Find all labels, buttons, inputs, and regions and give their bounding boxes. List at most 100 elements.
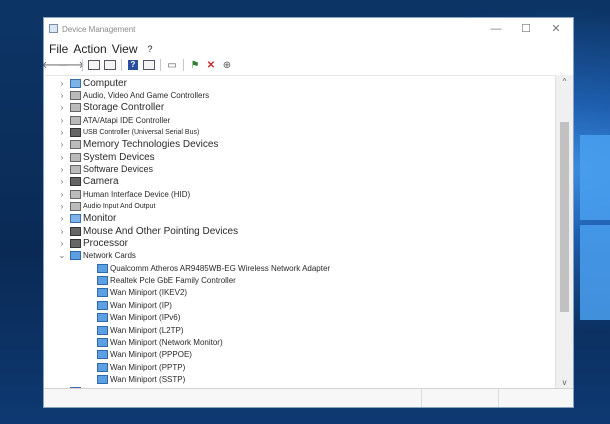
device-item[interactable]: Wan Miniport (SSTP) — [85, 373, 185, 385]
device-item[interactable]: Wan Miniport (PPPOE) — [85, 349, 192, 361]
network-adapter-icon — [97, 276, 108, 286]
device-label: Wan Miniport (IKEV2) — [110, 288, 188, 298]
expand-chevron-icon[interactable]: › — [58, 116, 66, 125]
device-label: Mouse And Other Pointing Devices — [83, 225, 239, 237]
device-item[interactable]: Wan Miniport (PPTP) — [85, 361, 185, 373]
device-label: Storage Controller — [83, 102, 165, 114]
device-category[interactable]: › Mouse And Other Pointing Devices — [58, 225, 238, 237]
device-category[interactable]: › USB Controller (Universal Serial Bus) — [58, 126, 199, 138]
expand-chevron-icon[interactable]: › — [58, 165, 66, 174]
title-bar[interactable]: Device Management — ☐ ✕ — [44, 18, 573, 40]
device-label: Human Interface Device (HID) — [83, 189, 191, 199]
expand-chevron-icon[interactable]: › — [58, 239, 66, 248]
device-label: Network Cards — [83, 251, 136, 261]
mouse-icon — [70, 226, 81, 236]
network-adapter-icon — [97, 362, 108, 372]
device-category[interactable]: › ATA/Atapi IDE Controller — [58, 114, 170, 126]
network-adapter-icon — [97, 325, 108, 335]
toolbar-separator — [82, 59, 83, 71]
uninstall-device-icon[interactable]: ✕ — [204, 58, 218, 72]
network-adapter-icon — [97, 300, 108, 310]
device-label: Software Devices — [83, 164, 154, 175]
close-button[interactable]: ✕ — [542, 20, 570, 38]
show-hide-console-tree-icon[interactable] — [87, 58, 101, 72]
status-bar — [44, 388, 573, 407]
scroll-up-icon[interactable]: ^ — [556, 75, 573, 89]
device-category[interactable]: › Memory Technologies Devices — [58, 139, 219, 151]
device-item[interactable]: Wan Miniport (L2TP) — [85, 324, 184, 336]
device-tree: › Computer › Audio, Video And Game Controll… — [45, 75, 557, 391]
network-adapter-icon — [97, 337, 108, 347]
device-category[interactable]: › Storage Controller — [58, 102, 165, 114]
expand-chevron-icon[interactable]: › — [58, 202, 66, 211]
hid-icon — [70, 189, 81, 199]
expand-chevron-icon[interactable]: › — [58, 79, 66, 88]
maximize-button[interactable]: ☐ — [512, 20, 540, 38]
menu-file[interactable]: File — [49, 40, 68, 58]
device-label: System Devices — [83, 151, 155, 163]
status-divider — [498, 389, 500, 407]
status-divider — [421, 389, 423, 407]
expand-chevron-icon[interactable]: › — [58, 214, 66, 223]
windows-logo — [572, 135, 610, 365]
computer-icon — [70, 78, 81, 88]
forward-icon[interactable]: 🡒 — [58, 58, 85, 72]
device-item[interactable]: Wan Miniport (IKEV2) — [85, 287, 187, 299]
device-label: USB Controller (Universal Serial Bus) — [83, 128, 200, 136]
expand-chevron-icon[interactable]: › — [58, 190, 66, 199]
collapse-chevron-icon[interactable]: ⌄ — [58, 251, 66, 260]
network-adapter-icon — [97, 313, 108, 323]
device-category[interactable]: › Computer — [58, 77, 127, 89]
monitor-icon — [70, 214, 81, 224]
device-category[interactable]: ⌄ Network Cards — [58, 250, 136, 262]
device-category[interactable]: › Audio Input And Output — [58, 201, 155, 213]
device-category[interactable]: › Human Interface Device (HID) — [58, 188, 190, 200]
usb-icon — [70, 127, 81, 137]
network-card-icon — [70, 251, 81, 261]
expand-chevron-icon[interactable]: › — [58, 128, 66, 137]
update-driver-icon[interactable]: ⚑ — [188, 58, 202, 72]
minimize-button[interactable]: — — [482, 20, 510, 38]
vertical-scrollbar[interactable]: ^ v — [555, 75, 573, 390]
expand-chevron-icon[interactable]: › — [58, 153, 66, 162]
expand-chevron-icon[interactable]: › — [58, 140, 66, 149]
toolbar-separator — [183, 59, 184, 71]
device-category[interactable]: › Software Devices — [58, 163, 153, 175]
expand-chevron-icon[interactable]: › — [58, 177, 66, 186]
device-label: Wan Miniport (L2TP) — [110, 325, 184, 335]
device-label: Camera — [83, 176, 119, 188]
device-category[interactable]: › Processor — [58, 238, 128, 250]
network-adapter-icon — [97, 374, 108, 384]
scan-hardware-icon[interactable]: ▭ — [165, 58, 179, 72]
device-label: Processor — [83, 238, 129, 250]
device-item[interactable]: Wan Miniport (Network Monitor) — [85, 336, 223, 348]
expand-chevron-icon[interactable]: › — [58, 91, 66, 100]
device-category[interactable]: › System Devices — [58, 151, 155, 163]
device-item[interactable]: Realtek Pcle GbE Family Controller — [85, 275, 236, 287]
camera-icon — [70, 177, 81, 187]
console-view-icon[interactable] — [142, 58, 156, 72]
device-label: Wan Miniport (IPv6) — [110, 313, 181, 323]
download-icon[interactable]: ⊕ — [220, 58, 234, 72]
toolbar-separator — [160, 59, 161, 71]
device-category[interactable]: › Audio, Video And Game Controllers — [58, 89, 209, 101]
folder-icon — [70, 152, 81, 162]
properties-icon[interactable] — [103, 58, 117, 72]
network-adapter-icon — [97, 288, 108, 298]
app-icon — [49, 24, 58, 33]
expand-chevron-icon[interactable]: › — [58, 103, 66, 112]
device-category[interactable]: › Camera — [58, 176, 119, 188]
device-label: Wan Miniport (SSTP) — [110, 374, 186, 384]
scrollbar-thumb[interactable] — [560, 122, 569, 312]
help-icon[interactable]: ? — [126, 58, 140, 72]
device-item[interactable]: Qualcomm Atheros AR9485WB-EG Wireless Ne… — [85, 262, 330, 274]
expand-chevron-icon[interactable]: › — [58, 227, 66, 236]
device-category[interactable]: › Monitor — [58, 213, 117, 225]
menu-view[interactable]: View — [112, 40, 138, 58]
device-item[interactable]: Wan Miniport (IPv6) — [85, 312, 180, 324]
network-adapter-icon — [97, 350, 108, 360]
processor-icon — [70, 239, 81, 249]
menu-help[interactable]: ? — [148, 40, 153, 58]
device-item[interactable]: Wan Miniport (IP) — [85, 299, 172, 311]
menu-action[interactable]: Action — [73, 40, 106, 58]
